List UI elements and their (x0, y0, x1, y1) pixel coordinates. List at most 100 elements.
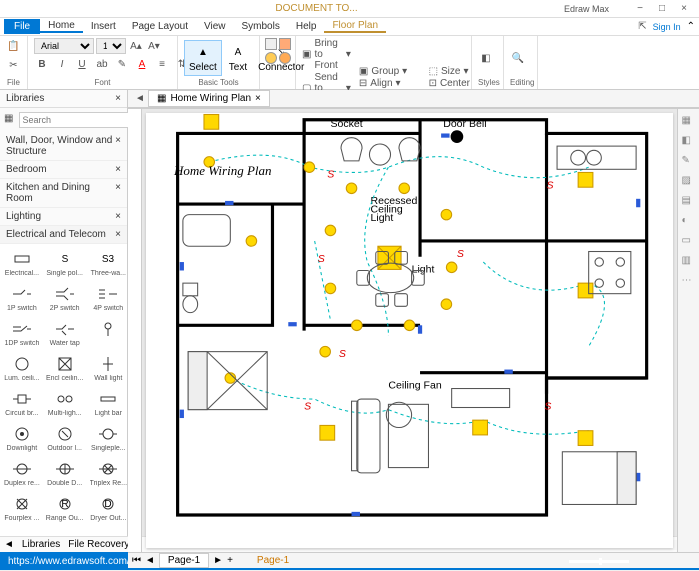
align-left-icon[interactable]: ≡ (154, 56, 170, 72)
collapse-ribbon-icon[interactable]: ⌃ (687, 21, 695, 32)
font-size-select[interactable]: 10 (96, 38, 126, 54)
find-icon[interactable]: 🔍 (510, 50, 526, 66)
shape-item[interactable]: Duplex re... (2, 456, 42, 489)
paste-icon[interactable]: 📋 (6, 38, 22, 54)
styles-icon[interactable]: ◧ (478, 50, 494, 66)
group-button[interactable]: ▣ Group ▾ (359, 66, 421, 77)
tab-prev-icon[interactable]: ◄ (132, 91, 148, 107)
shape-item[interactable]: Water tap (44, 316, 86, 349)
bottom-file-recovery-tab[interactable]: File Recovery (68, 539, 129, 550)
ruler-vertical (128, 109, 142, 552)
shape-item[interactable]: Light bar (88, 386, 127, 419)
tab-close-icon[interactable]: × (255, 93, 261, 104)
shape-item[interactable]: S3Three-wa... (88, 246, 127, 279)
recessed-label: RecessedCeilingLight (371, 195, 418, 224)
shape-item[interactable]: 4P switch (88, 281, 127, 314)
document-tab[interactable]: ▦ Home Wiring Plan × (148, 90, 270, 107)
bold-icon[interactable]: B (34, 56, 50, 72)
maximize-icon[interactable]: □ (655, 2, 669, 16)
rt-shadow-icon[interactable]: ▨ (682, 175, 696, 189)
shape-item[interactable]: Multi-ligh... (44, 386, 86, 419)
shape-item[interactable]: Wall light (88, 351, 127, 384)
zoom-slider[interactable] (569, 560, 629, 563)
rt-layer-icon[interactable]: ▤ (682, 195, 696, 209)
shape-preset-1[interactable] (265, 38, 277, 50)
libraries-close-icon[interactable]: × (115, 93, 121, 104)
shape-item[interactable]: Encl ceilin... (44, 351, 86, 384)
lib-category[interactable]: Bedroom× (0, 161, 127, 179)
shape-item[interactable]: Double D... (44, 456, 86, 489)
font-name-select[interactable]: Arial (34, 38, 94, 54)
signin-link[interactable]: Sign In (653, 22, 681, 32)
text-tool[interactable]: AText (225, 41, 251, 75)
close-icon[interactable]: × (115, 135, 121, 157)
minimize-icon[interactable]: − (633, 2, 647, 16)
close-icon[interactable]: × (115, 229, 121, 240)
menu-home[interactable]: Home (40, 20, 83, 33)
bring-front-button[interactable]: ▣ Bring to Front ▾ (302, 38, 351, 71)
shape-item[interactable]: Fourplex ... (2, 491, 42, 524)
page-first-icon[interactable]: ⏮ (132, 555, 141, 566)
cut-icon[interactable]: ✂ (6, 57, 22, 73)
shape-item[interactable]: Electrical... (2, 246, 42, 279)
shape-preset-4[interactable] (279, 52, 291, 64)
shape-item[interactable]: 2P switch (44, 281, 86, 314)
rt-fill-icon[interactable]: ◧ (682, 135, 696, 149)
shape-preset-2[interactable] (279, 38, 291, 50)
strike-icon[interactable]: ab (94, 56, 110, 72)
align-button[interactable]: ⊟ Align ▾ (359, 78, 421, 89)
lib-category[interactable]: Electrical and Telecom× (0, 226, 127, 244)
shape-item[interactable]: Lum. ceili... (2, 351, 42, 384)
lib-category[interactable]: Kitchen and Dining Room× (0, 179, 127, 208)
shape-item[interactable]: Outdoor l... (44, 421, 86, 454)
rt-page-icon[interactable]: ▭ (682, 235, 696, 249)
bottom-prev-icon[interactable]: ◄ (4, 539, 14, 550)
lib-category[interactable]: Wall, Door, Window and Structure× (0, 132, 127, 161)
shape-preset-3[interactable] (265, 52, 277, 64)
menu-file[interactable]: File (4, 19, 40, 34)
close-icon[interactable]: × (115, 164, 121, 175)
rt-line-icon[interactable]: ✎ (682, 155, 696, 169)
menu-floor-plan[interactable]: Floor Plan (324, 20, 386, 33)
underline-icon[interactable]: U (74, 56, 90, 72)
menu-page-layout[interactable]: Page Layout (124, 21, 196, 32)
menu-view[interactable]: View (196, 21, 234, 32)
grow-font-icon[interactable]: A▴ (128, 38, 144, 54)
select-tool[interactable]: ▲Select (184, 40, 222, 76)
shape-item[interactable]: DDryer Out... (88, 491, 127, 524)
lib-category[interactable]: Lighting× (0, 208, 127, 226)
menu-symbols[interactable]: Symbols (234, 21, 288, 32)
bottom-libraries-tab[interactable]: Libraries (22, 539, 60, 550)
shrink-font-icon[interactable]: A▾ (146, 38, 162, 54)
shape-item[interactable]: SSingle pol... (44, 246, 86, 279)
rt-more-icon[interactable]: ⋯ (682, 275, 696, 289)
font-color-icon[interactable]: A (134, 56, 150, 72)
shape-item[interactable]: Singleple... (88, 421, 127, 454)
close-icon[interactable]: × (677, 2, 691, 16)
rt-data-icon[interactable]: ▥ (682, 255, 696, 269)
page-add-icon[interactable]: + (227, 555, 233, 566)
page-next-icon[interactable]: ► (213, 555, 223, 566)
highlight-icon[interactable]: ✎ (114, 56, 130, 72)
shape-item[interactable]: Triplex Re... (88, 456, 127, 489)
lib-search-input[interactable] (19, 112, 142, 128)
canvas[interactable]: Home Wiring Plan Socket Door Bell Recess… (146, 113, 673, 548)
shape-item[interactable]: 1DP switch (2, 316, 42, 349)
shape-item[interactable]: Circuit br... (2, 386, 42, 419)
shape-item[interactable]: Downlight (2, 421, 42, 454)
share-icon[interactable]: ⇱ (638, 21, 646, 32)
shape-item[interactable]: 1P switch (2, 281, 42, 314)
menu-help[interactable]: Help (288, 21, 325, 32)
shape-item[interactable]: RRange Ou... (44, 491, 86, 524)
close-icon[interactable]: × (115, 211, 121, 222)
shape-item[interactable] (88, 316, 127, 349)
rt-theme-icon[interactable]: ◐ (682, 215, 696, 229)
page-tab[interactable]: Page-1 (159, 553, 209, 568)
close-icon[interactable]: × (115, 182, 121, 204)
lib-add-icon[interactable]: ▦ (4, 110, 13, 126)
svg-text:S: S (547, 179, 554, 191)
rt-properties-icon[interactable]: ▦ (682, 115, 696, 129)
italic-icon[interactable]: I (54, 56, 70, 72)
menu-insert[interactable]: Insert (83, 21, 124, 32)
page-prev-icon[interactable]: ◄ (145, 555, 155, 566)
